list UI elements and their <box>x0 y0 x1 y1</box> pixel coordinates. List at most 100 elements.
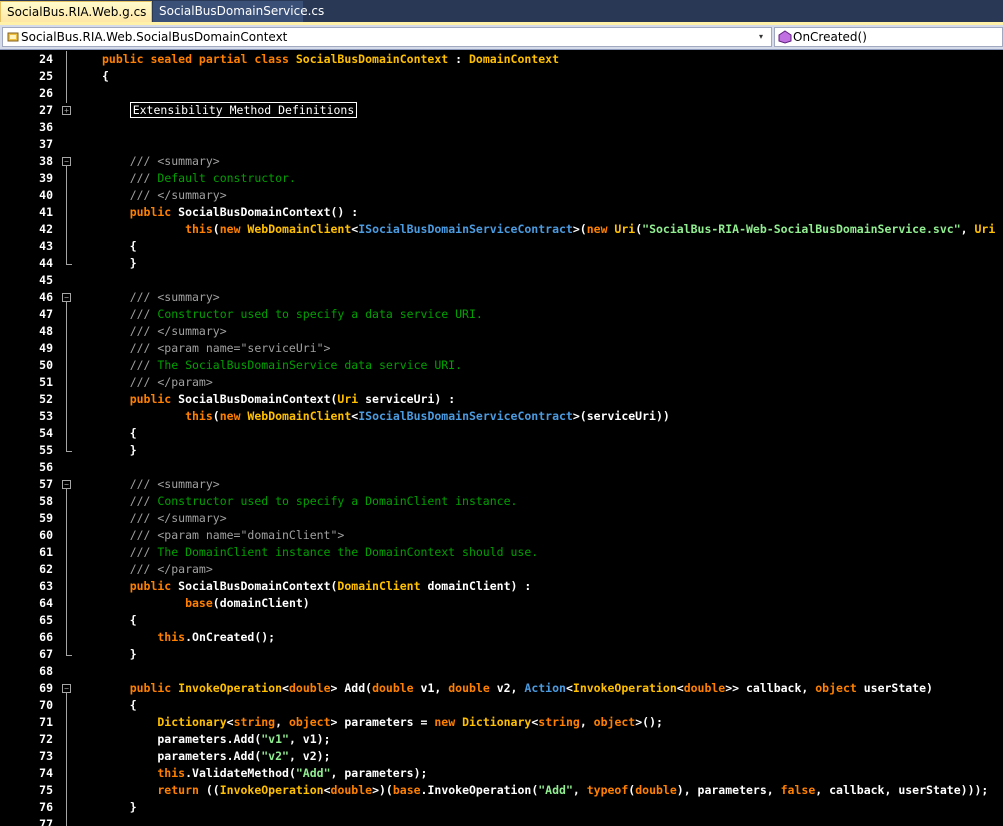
line-number: 76 <box>39 800 53 814</box>
line-number: 50 <box>39 358 53 372</box>
line-number: 64 <box>39 596 53 610</box>
class-icon <box>7 32 19 42</box>
code-line[interactable]: 42 this(new WebDomainClient<ISocialBusDo… <box>0 221 1003 238</box>
tab-socialbus-ria-web-g-cs[interactable]: SocialBus.RIA.Web.g.cs <box>0 1 152 22</box>
code-text: /// </param> <box>102 374 213 391</box>
code-token: double <box>330 783 373 797</box>
line-number: 44 <box>39 256 53 270</box>
code-line[interactable]: 50 /// The SocialBusDomainService data s… <box>0 357 1003 374</box>
code-token: DomainContext <box>468 52 559 66</box>
code-token: >( <box>572 222 587 236</box>
member-dropdown[interactable]: OnCreated() <box>774 27 1003 47</box>
code-line[interactable]: 53 this(new WebDomainClient<ISocialBusDo… <box>0 408 1003 425</box>
code-text: /// The SocialBusDomainService data serv… <box>102 357 462 374</box>
code-line[interactable]: 44 } <box>0 255 1003 272</box>
code-line[interactable]: 61 /// The DomainClient instance the Dom… <box>0 544 1003 561</box>
code-token: ), parameters, <box>676 783 781 797</box>
code-text: Dictionary<string, object> parameters = … <box>102 714 663 731</box>
code-line[interactable]: 70 { <box>0 697 1003 714</box>
line-number: 60 <box>39 528 53 542</box>
code-line[interactable]: 76 } <box>0 799 1003 816</box>
code-line[interactable]: 37 <box>0 136 1003 153</box>
code-token: public <box>102 681 179 695</box>
code-line[interactable]: 55 } <box>0 442 1003 459</box>
code-line[interactable]: 69− public InvokeOperation<double> Add(d… <box>0 680 1003 697</box>
code-token: /// <summary> <box>102 290 220 304</box>
code-line[interactable]: 63 public SocialBusDomainContext(DomainC… <box>0 578 1003 595</box>
line-number: 39 <box>39 171 53 185</box>
code-line[interactable]: 38− /// <summary> <box>0 153 1003 170</box>
code-text: return ((InvokeOperation<double>)(base.I… <box>102 782 988 799</box>
collapse-outline-icon[interactable]: − <box>62 480 71 489</box>
code-line[interactable]: 72 parameters.Add("v1", v1); <box>0 731 1003 748</box>
line-number: 49 <box>39 341 53 355</box>
code-line[interactable]: 67 } <box>0 646 1003 663</box>
code-text: this.ValidateMethod("Add", parameters); <box>102 765 427 782</box>
collapse-outline-icon[interactable]: − <box>62 157 71 166</box>
code-line[interactable]: 48 /// </summary> <box>0 323 1003 340</box>
code-line[interactable]: 68 <box>0 663 1003 680</box>
code-line[interactable]: 77 <box>0 816 1003 826</box>
code-token: /// <box>102 545 158 559</box>
code-token: /// <box>102 307 158 321</box>
code-line[interactable]: 58 /// Constructor used to specify a Dom… <box>0 493 1003 510</box>
code-line[interactable]: 46− /// <summary> <box>0 289 1003 306</box>
code-line[interactable]: 62 /// </param> <box>0 561 1003 578</box>
code-line[interactable]: 40 /// </summary> <box>0 187 1003 204</box>
code-token: { <box>102 613 137 627</box>
code-line[interactable]: 24 public sealed partial class SocialBusD… <box>0 51 1003 68</box>
code-line[interactable]: 54 { <box>0 425 1003 442</box>
code-token: /// <param name="domainClient"> <box>102 528 345 542</box>
code-line[interactable]: 75 return ((InvokeOperation<double>)(bas… <box>0 782 1003 799</box>
code-line[interactable]: 39 /// Default constructor. <box>0 170 1003 187</box>
code-text: /// <param name="serviceUri"> <box>102 340 331 357</box>
code-token: } <box>102 647 137 661</box>
code-token: ISocialBusDomainServiceContract <box>358 409 573 423</box>
line-number: 46 <box>39 290 53 304</box>
tab-socialbus-domain-service-cs[interactable]: SocialBusDomainService.cs <box>153 1 324 22</box>
code-token: Constructor used to specify a DomainClie… <box>157 494 518 508</box>
line-number: 68 <box>39 664 53 678</box>
code-token: .InvokeOperation( <box>420 783 539 797</box>
collapse-outline-icon[interactable]: − <box>62 684 71 693</box>
code-token: , <box>579 715 594 729</box>
line-number: 57 <box>39 477 53 491</box>
code-line[interactable]: 64 base(domainClient) <box>0 595 1003 612</box>
collapsed-region-label[interactable]: Extensibility Method Definitions <box>129 102 358 118</box>
code-line[interactable]: 65 { <box>0 612 1003 629</box>
code-line[interactable]: 59 /// </summary> <box>0 510 1003 527</box>
code-line[interactable]: 71 Dictionary<string, object> parameters… <box>0 714 1003 731</box>
code-line[interactable]: 26 <box>0 85 1003 102</box>
collapse-outline-icon[interactable]: − <box>62 293 71 302</box>
code-line[interactable]: 47 /// Constructor used to specify a dat… <box>0 306 1003 323</box>
code-line[interactable]: 66 this.OnCreated(); <box>0 629 1003 646</box>
code-text: { <box>102 697 137 714</box>
code-line[interactable]: 56 <box>0 459 1003 476</box>
line-number: 74 <box>39 766 53 780</box>
code-line[interactable]: 41 public SocialBusDomainContext() : <box>0 204 1003 221</box>
code-token: DomainClient <box>337 579 421 593</box>
chevron-down-icon: ▾ <box>759 32 764 41</box>
code-line[interactable]: 45 <box>0 272 1003 289</box>
code-line[interactable]: 74 this.ValidateMethod("Add", parameters… <box>0 765 1003 782</box>
code-line[interactable]: 51 /// </param> <box>0 374 1003 391</box>
code-token: new <box>586 222 615 236</box>
outline-guide-line <box>66 166 67 264</box>
expand-outline-icon[interactable]: + <box>62 106 71 115</box>
code-editor[interactable]: 24 public sealed partial class SocialBusD… <box>0 50 1003 826</box>
code-line[interactable]: 49 /// <param name="serviceUri"> <box>0 340 1003 357</box>
code-line[interactable]: 60 /// <param name="domainClient"> <box>0 527 1003 544</box>
code-line[interactable]: 52 public SocialBusDomainContext(Uri ser… <box>0 391 1003 408</box>
code-line[interactable]: 43 { <box>0 238 1003 255</box>
code-line[interactable]: 25 { <box>0 68 1003 85</box>
navigation-bar: SocialBus.RIA.Web.SocialBusDomainContext… <box>0 25 1003 50</box>
code-line[interactable]: 73 parameters.Add("v2", v2); <box>0 748 1003 765</box>
code-line[interactable]: 36 <box>0 119 1003 136</box>
code-token: } <box>102 256 137 270</box>
code-line[interactable]: 27 + Extensibility Method Definitions <box>0 102 1003 119</box>
code-token: >> callback, <box>725 681 816 695</box>
code-token: double <box>448 681 490 695</box>
code-line[interactable]: 57− /// <summary> <box>0 476 1003 493</box>
type-dropdown[interactable]: SocialBus.RIA.Web.SocialBusDomainContext… <box>2 27 772 47</box>
code-token: new <box>434 715 463 729</box>
